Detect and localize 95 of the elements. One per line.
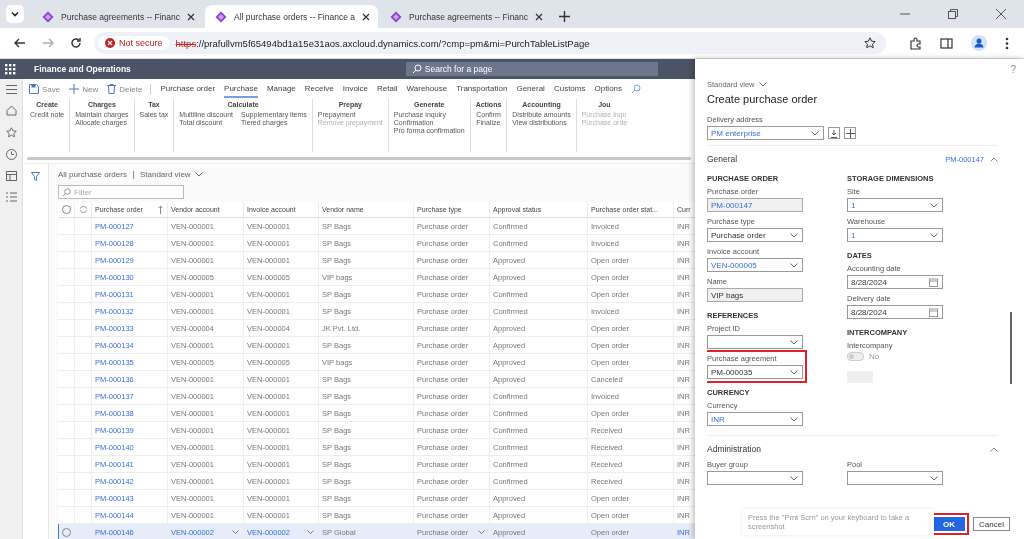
- panel-title: Create purchase order: [707, 93, 819, 105]
- sidebar-icon[interactable]: [940, 36, 953, 50]
- address-field[interactable]: Not secure https://prafullvm5f65494bd1a15e31aos.axcloud.dynamics.com/?cmp=pm&mi=PurchTableListPage: [94, 32, 886, 54]
- dropdown-caret-icon[interactable]: [307, 530, 314, 534]
- close-tab-icon[interactable]: [362, 12, 370, 21]
- trash-icon: [107, 84, 117, 94]
- app-launcher-icon[interactable]: [5, 63, 16, 75]
- delivery-address-dropdown[interactable]: PM enterprise: [707, 126, 824, 140]
- more-menu-icon[interactable]: [1005, 36, 1009, 50]
- search-icon[interactable]: [631, 84, 642, 94]
- dropdown-field[interactable]: [707, 471, 803, 485]
- dropdown-caret-icon[interactable]: [811, 130, 819, 136]
- section-title: Administration: [707, 444, 761, 454]
- dropdown-caret-icon[interactable]: [232, 530, 239, 534]
- dropdown-field[interactable]: [847, 471, 943, 485]
- search-icon: [411, 64, 422, 74]
- page-title: All purchase orders: [58, 170, 127, 179]
- action-tab[interactable]: Purchase: [224, 80, 258, 98]
- action-tab[interactable]: Manage: [266, 80, 296, 98]
- save-button[interactable]: Save: [29, 84, 61, 94]
- browser-tab[interactable]: Purchase agreements -- Financ: [32, 5, 204, 28]
- readonly-field: VIP bags: [707, 288, 803, 302]
- bookmark-star-icon[interactable]: [864, 37, 876, 49]
- action-tab[interactable]: Transportation: [456, 80, 508, 98]
- date-field[interactable]: 8/28/2024: [847, 275, 943, 289]
- view-selector[interactable]: Standard view: [132, 170, 203, 179]
- dropdown-field[interactable]: PM-000035: [707, 365, 803, 379]
- dropdown-field[interactable]: Purchase order: [707, 228, 803, 242]
- toggle-state: No: [869, 352, 880, 361]
- ok-button[interactable]: OK: [933, 517, 966, 531]
- action-tab[interactable]: Customs: [553, 80, 586, 98]
- section-title: General: [707, 154, 738, 164]
- dropdown-caret-icon[interactable]: [790, 262, 798, 268]
- dropdown-caret-icon[interactable]: [930, 475, 938, 481]
- filter-icon[interactable]: [31, 172, 40, 181]
- close-tab-icon[interactable]: [187, 12, 196, 21]
- profile-avatar-icon[interactable]: [971, 35, 987, 51]
- menu-icon[interactable]: [5, 85, 17, 94]
- workspace-icon[interactable]: [5, 171, 17, 181]
- plus-icon: [69, 84, 80, 94]
- action-tab[interactable]: Retail: [377, 80, 398, 98]
- dropdown-caret-icon[interactable]: [930, 232, 938, 238]
- action-tab[interactable]: Options: [594, 80, 623, 98]
- toggle-switch[interactable]: [847, 352, 864, 361]
- action-tab[interactable]: Receive: [304, 80, 334, 98]
- new-tab-icon[interactable]: [559, 11, 571, 22]
- dropdown-field[interactable]: VEN-000005: [707, 258, 803, 272]
- clock-icon[interactable]: [5, 149, 17, 160]
- close-tab-icon[interactable]: [535, 12, 544, 21]
- dropdown-caret-icon[interactable]: [790, 475, 798, 481]
- app-title: Finance and Operations: [34, 64, 131, 74]
- dropdown-caret-icon[interactable]: [790, 369, 798, 375]
- collapse-chevron-icon[interactable]: [990, 156, 998, 162]
- add-button[interactable]: [844, 127, 856, 139]
- download-icon: [830, 128, 838, 138]
- help-button[interactable]: ?: [1010, 63, 1016, 75]
- calendar-icon[interactable]: [929, 277, 938, 287]
- star-icon[interactable]: [5, 127, 17, 138]
- new-button[interactable]: New: [69, 84, 99, 94]
- browser-tab[interactable]: All purchase orders -- Finance a: [205, 5, 378, 28]
- date-field[interactable]: 8/28/2024: [847, 305, 943, 319]
- dropdown-caret-icon[interactable]: [478, 530, 485, 534]
- readonly-field: PM-000147: [707, 198, 803, 212]
- diamond-logo-icon: [215, 10, 228, 23]
- extension-puzzle-icon[interactable]: [909, 36, 922, 50]
- dropdown-field[interactable]: 1: [847, 228, 943, 242]
- warning-icon: [105, 38, 115, 48]
- refresh-icon[interactable]: [78, 205, 88, 214]
- browser-tab[interactable]: Purchase agreements -- Financ: [380, 5, 552, 28]
- chevron-down-icon: [194, 172, 203, 177]
- dropdown-caret-icon[interactable]: [930, 202, 938, 208]
- action-tab[interactable]: Warehouse: [406, 80, 448, 98]
- cancel-button[interactable]: Cancel: [973, 517, 1010, 531]
- tab-search-icon[interactable]: [6, 5, 24, 23]
- action-tab[interactable]: Invoice: [342, 80, 369, 98]
- dropdown-caret-icon[interactable]: [790, 416, 798, 422]
- calendar-icon[interactable]: [929, 307, 938, 317]
- chevron-down-icon: [758, 82, 767, 87]
- delete-button[interactable]: Delete: [107, 84, 152, 94]
- search-icon: [62, 187, 71, 197]
- security-chip[interactable]: Not secure: [98, 36, 170, 50]
- action-tab[interactable]: General: [516, 80, 545, 98]
- diamond-logo-icon: [42, 10, 54, 23]
- dropdown-caret-icon[interactable]: [790, 232, 798, 238]
- search-field[interactable]: Search for a page: [405, 62, 658, 76]
- address-book-button[interactable]: [828, 127, 840, 139]
- plus-icon: [845, 128, 855, 138]
- collapse-chevron-icon[interactable]: [990, 446, 998, 452]
- dropdown-field[interactable]: 1: [847, 198, 943, 212]
- dropdown-caret-icon[interactable]: [790, 339, 798, 345]
- diamond-logo-icon: [390, 10, 402, 23]
- sort-ascending-icon[interactable]: [158, 205, 163, 214]
- action-tab[interactable]: Purchase order: [160, 80, 216, 98]
- dropdown-field[interactable]: [707, 335, 803, 349]
- dropdown-field[interactable]: INR: [707, 412, 803, 426]
